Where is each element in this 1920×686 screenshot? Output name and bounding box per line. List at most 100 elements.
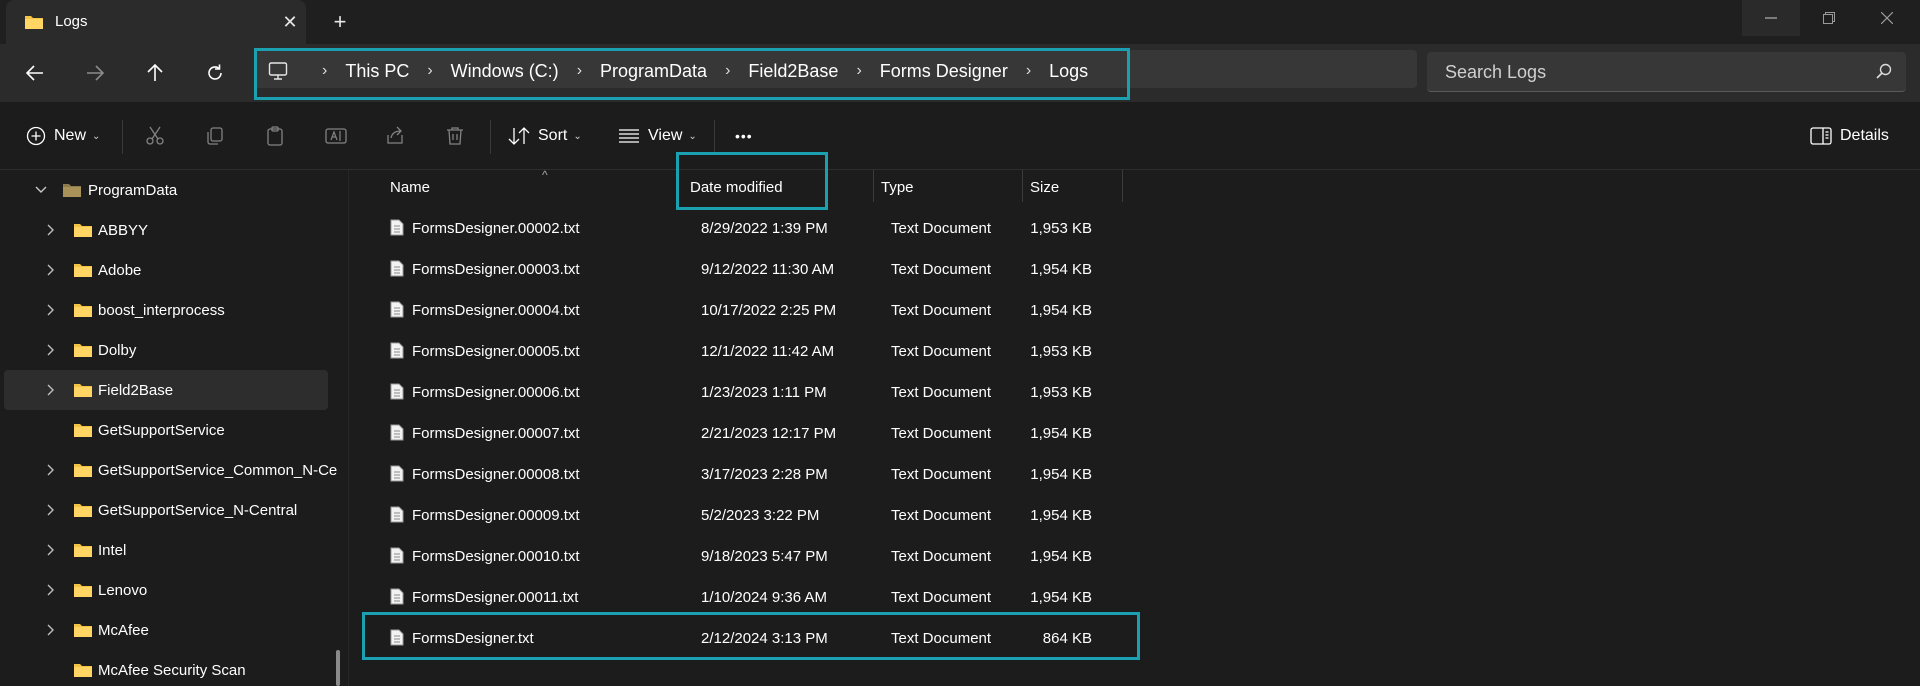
tree-item-dolby[interactable]: Dolby xyxy=(4,330,328,370)
close-window-button[interactable] xyxy=(1858,0,1916,36)
file-date: 12/1/2022 11:42 AM xyxy=(701,343,835,360)
folder-icon xyxy=(74,224,92,237)
tree-item-field2base[interactable]: Field2Base xyxy=(4,370,328,410)
search-icon[interactable] xyxy=(1876,63,1892,79)
minimize-button[interactable] xyxy=(1742,0,1800,36)
file-type: Text Document xyxy=(891,466,992,483)
tree-item-mcafee[interactable]: McAfee xyxy=(4,610,328,650)
tree-item-adobe[interactable]: Adobe xyxy=(4,250,328,290)
file-row[interactable]: FormsDesigner.00005.txt 12/1/2022 11:42 … xyxy=(364,331,1108,371)
back-button[interactable] xyxy=(18,56,52,90)
tree-label: Adobe xyxy=(98,262,142,279)
view-button[interactable]: View ⌄ xyxy=(618,120,697,152)
tree-item-abbyy[interactable]: ABBYY xyxy=(4,210,328,250)
tab-logs[interactable]: Logs ✕ xyxy=(6,0,306,44)
share-button[interactable] xyxy=(385,120,405,152)
details-button[interactable]: Details xyxy=(1810,120,1889,152)
chevron-right-icon[interactable] xyxy=(44,223,58,237)
file-row[interactable]: FormsDesigner.00006.txt 1/23/2023 1:11 P… xyxy=(364,372,1108,412)
more-options-button[interactable]: ••• xyxy=(735,120,753,152)
file-name: FormsDesigner.00002.txt xyxy=(412,220,580,237)
delete-button[interactable] xyxy=(445,120,465,152)
details-pane-icon xyxy=(1810,127,1832,145)
date-column-highlight-box xyxy=(676,152,828,210)
search-input[interactable]: Search Logs xyxy=(1427,52,1906,92)
file-type: Text Document xyxy=(891,261,992,278)
sidebar-scrollbar[interactable] xyxy=(336,650,340,686)
navigation-pane: ProgramData ABBYY Adobe boost_interproce… xyxy=(0,170,344,686)
chevron-right-icon[interactable] xyxy=(44,463,58,477)
text-file-icon xyxy=(390,465,404,482)
file-row[interactable]: FormsDesigner.00009.txt 5/2/2023 3:22 PM… xyxy=(364,495,1108,535)
tree-item-getsupportservice-n-central[interactable]: GetSupportService_N-Central xyxy=(4,490,328,530)
share-icon xyxy=(387,126,403,144)
file-type: Text Document xyxy=(891,384,992,401)
column-header-name[interactable]: Name ^ xyxy=(364,168,632,202)
trash-icon xyxy=(447,127,463,145)
refresh-icon xyxy=(208,64,222,80)
arrow-left-icon xyxy=(26,65,43,81)
tree-item-getsupportservice-common[interactable]: GetSupportService_Common_N-Ce xyxy=(4,450,337,490)
file-row[interactable]: FormsDesigner.00008.txt 3/17/2023 2:28 P… xyxy=(364,454,1108,494)
tree-item-getsupportservice[interactable]: GetSupportService xyxy=(4,410,328,450)
divider xyxy=(714,120,715,154)
column-separator[interactable] xyxy=(1122,170,1123,202)
file-name: FormsDesigner.00005.txt xyxy=(412,343,580,360)
forward-button[interactable] xyxy=(78,56,112,90)
file-type: Text Document xyxy=(891,302,992,319)
tree-item-boost-interprocess[interactable]: boost_interprocess xyxy=(4,290,328,330)
tree-label: GetSupportService xyxy=(98,422,225,439)
up-button[interactable] xyxy=(138,56,172,90)
chevron-right-icon[interactable] xyxy=(44,383,58,397)
close-tab-icon[interactable]: ✕ xyxy=(278,10,302,34)
file-size: 1,954 KB xyxy=(1030,507,1092,524)
column-name-label: Name xyxy=(390,179,431,196)
chevron-right-icon[interactable] xyxy=(44,623,58,637)
paste-button[interactable] xyxy=(265,120,285,152)
file-row[interactable]: FormsDesigner.00003.txt 9/12/2022 11:30 … xyxy=(364,249,1108,289)
tree-item-intel[interactable]: Intel xyxy=(4,530,328,570)
column-header-type[interactable]: Type xyxy=(874,170,974,202)
file-name: FormsDesigner.00004.txt xyxy=(412,302,580,319)
copy-button[interactable] xyxy=(205,120,225,152)
file-row[interactable]: FormsDesigner.00010.txt 9/18/2023 5:47 P… xyxy=(364,536,1108,576)
chevron-right-icon[interactable] xyxy=(44,503,58,517)
file-size: 1,954 KB xyxy=(1030,425,1092,442)
chevron-right-icon[interactable] xyxy=(44,343,58,357)
refresh-button[interactable] xyxy=(198,56,232,90)
pane-divider[interactable] xyxy=(348,170,349,686)
chevron-right-icon[interactable] xyxy=(44,583,58,597)
folder-icon xyxy=(74,304,92,317)
scissors-icon xyxy=(146,126,164,145)
column-header-size[interactable]: Size xyxy=(1023,170,1123,202)
search-placeholder: Search Logs xyxy=(1445,62,1547,82)
view-lines-icon xyxy=(619,129,639,143)
file-row[interactable]: FormsDesigner.00002.txt 8/29/2022 1:39 P… xyxy=(364,208,1108,248)
file-row[interactable]: FormsDesigner.00011.txt 1/10/2024 9:36 A… xyxy=(364,577,1108,617)
tree-label: Field2Base xyxy=(98,382,174,399)
tree-item-mcafee-security-scan[interactable]: McAfee Security Scan xyxy=(4,650,328,686)
chevron-right-icon[interactable] xyxy=(44,303,58,317)
text-file-icon xyxy=(390,588,404,605)
new-button[interactable]: New ⌄ xyxy=(26,120,100,152)
tree-item-programdata[interactable]: ProgramData xyxy=(4,170,328,210)
cut-button[interactable] xyxy=(145,120,165,152)
file-row[interactable]: FormsDesigner.00007.txt 2/21/2023 12:17 … xyxy=(364,413,1108,453)
text-file-icon xyxy=(390,301,404,318)
text-file-icon xyxy=(390,547,404,564)
new-tab-button[interactable]: + xyxy=(328,10,352,34)
chevron-down-icon[interactable] xyxy=(34,183,48,197)
file-size: 1,954 KB xyxy=(1030,261,1092,278)
restore-button[interactable] xyxy=(1800,0,1858,36)
file-name: FormsDesigner.00009.txt xyxy=(412,507,580,524)
file-size: 1,954 KB xyxy=(1030,589,1092,606)
chevron-right-icon[interactable] xyxy=(44,263,58,277)
tree-item-lenovo[interactable]: Lenovo xyxy=(4,570,328,610)
file-row[interactable]: FormsDesigner.00004.txt 10/17/2022 2:25 … xyxy=(364,290,1108,330)
sort-ascending-icon: ^ xyxy=(542,168,548,182)
rename-button[interactable] xyxy=(325,120,347,152)
sort-label: Sort xyxy=(538,127,568,144)
sort-button[interactable]: Sort ⌄ xyxy=(508,120,582,152)
command-bar: New ⌄ Sort ⌄ View ⌄ ••• Details xyxy=(0,102,1920,170)
chevron-right-icon[interactable] xyxy=(44,543,58,557)
